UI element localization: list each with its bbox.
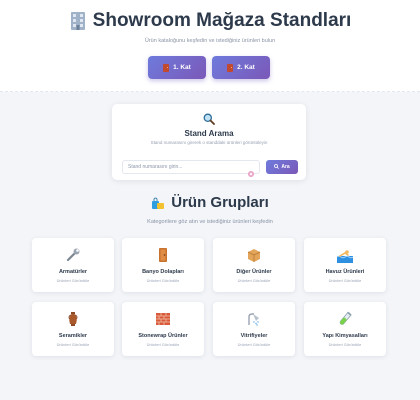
product-group-link: Ürünleri Görüntüle: [328, 278, 362, 283]
test-tube-icon: [337, 311, 353, 327]
cabinet-door-icon: [155, 247, 171, 263]
swimmer-icon: [336, 247, 354, 263]
product-group-name: Havuz Ürünleri: [325, 269, 365, 275]
product-group-name: Stonewrap Ürünler: [138, 333, 188, 339]
floor-2-label: 2. Kat: [237, 64, 255, 71]
floor-2-button[interactable]: 2. Kat: [212, 56, 270, 79]
door-icon: [163, 63, 170, 72]
page-subtitle: Ürün kataloğunu keşfedin ve istediğiniz …: [144, 38, 276, 44]
brick-icon: [155, 311, 171, 327]
product-group-card[interactable]: Banyo Dolapları Ürünleri Görüntüle: [122, 238, 204, 292]
package-icon: [246, 247, 262, 263]
search-subtitle: Stand numarasını girerek o standdaki ürü…: [150, 140, 268, 145]
product-group-card[interactable]: Vitrifiyeler Ürünleri Görüntüle: [213, 302, 295, 356]
amphora-icon: [65, 311, 81, 327]
office-building-icon: [69, 11, 87, 31]
products-title-text: Ürün Grupları: [171, 194, 269, 211]
page-title: Showroom Mağaza Standları: [0, 10, 420, 32]
product-group-link: Ürünleri Görüntüle: [56, 342, 90, 347]
product-group-name: Seramikler: [58, 333, 88, 339]
products-title: Ürün Grupları: [0, 194, 420, 211]
shower-icon: [246, 311, 262, 327]
clear-icon[interactable]: [248, 164, 254, 177]
product-group-link: Ürünleri Görüntüle: [237, 342, 271, 347]
product-group-link: Ürünleri Görüntüle: [328, 342, 362, 347]
stand-number-input[interactable]: [122, 160, 260, 174]
product-group-name: Diğer Ürünler: [236, 269, 272, 275]
product-group-link: Ürünleri Görüntüle: [56, 278, 90, 283]
product-group-link: Ürünleri Görüntüle: [146, 342, 180, 347]
floor-1-label: 1. Kat: [173, 64, 191, 71]
product-group-card[interactable]: Seramikler Ürünleri Görüntüle: [32, 302, 114, 356]
product-group-card[interactable]: Armatürler Ürünleri Görüntüle: [32, 238, 114, 292]
product-group-name: Vitrifiyeler: [240, 333, 268, 339]
shopping-bags-icon: [151, 196, 165, 210]
page-header: Showroom Mağaza Standları Ürün kataloğun…: [0, 0, 420, 92]
search-button[interactable]: Ara: [266, 160, 298, 174]
product-group-name: Banyo Dolapları: [142, 269, 184, 275]
product-group-name: Armatürler: [58, 269, 88, 275]
door-icon: [227, 63, 234, 72]
wrench-icon: [65, 247, 81, 263]
product-group-link: Ürünleri Görüntüle: [146, 278, 180, 283]
product-group-card[interactable]: Diğer Ürünler Ürünleri Görüntüle: [213, 238, 295, 292]
stand-search-card: Stand Arama Stand numarasını girerek o s…: [112, 104, 306, 180]
product-group-card[interactable]: Stonewrap Ürünler Ürünleri Görüntüle: [122, 302, 204, 356]
page-title-text: Showroom Mağaza Standları: [92, 10, 352, 31]
product-group-card[interactable]: Havuz Ürünleri Ürünleri Görüntüle: [304, 238, 386, 292]
search-button-label: Ara: [281, 164, 290, 170]
product-group-link: Ürünleri Görüntüle: [237, 278, 271, 283]
product-group-name: Yapı Kimyasalları: [322, 333, 368, 339]
search-icon: [274, 163, 280, 171]
product-group-card[interactable]: Yapı Kimyasalları Ürünleri Görüntüle: [304, 302, 386, 356]
search-title: Stand Arama: [184, 129, 234, 138]
products-subtitle: Kategorilere göz atın ve istediğiniz ürü…: [147, 219, 273, 225]
magnifier-icon: [203, 112, 215, 125]
floor-1-button[interactable]: 1. Kat: [148, 56, 206, 79]
